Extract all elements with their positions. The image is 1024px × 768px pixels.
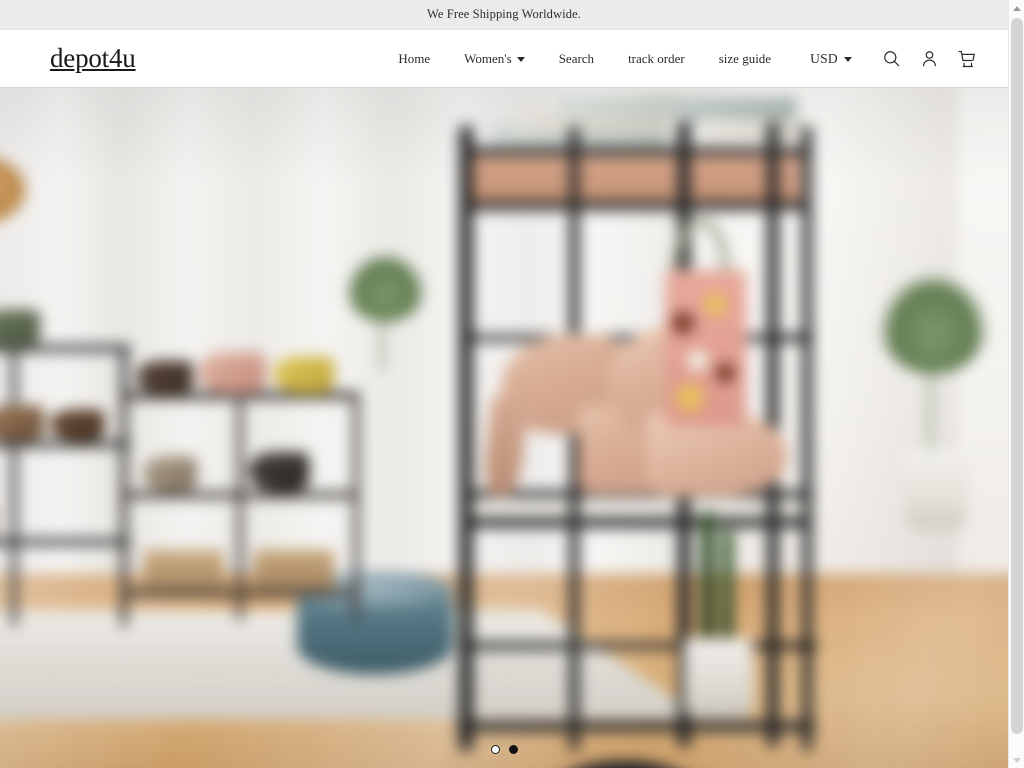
page-root: We Free Shipping Worldwide. depot4u Home… (0, 0, 1024, 768)
cart-icon (958, 50, 975, 67)
chevron-down-icon (1013, 757, 1021, 763)
nav-item-home[interactable]: Home (381, 51, 447, 67)
site-logo[interactable]: depot4u (50, 45, 136, 72)
announcement-bar: We Free Shipping Worldwide. (0, 0, 1008, 30)
header-icon-group (866, 40, 986, 78)
chevron-down-icon (844, 57, 852, 62)
cart-button[interactable] (948, 40, 986, 78)
site-header: depot4u Home Women's Search track order … (0, 30, 1008, 88)
scroll-up-arrow[interactable] (1009, 0, 1024, 16)
carousel-dot-2[interactable] (508, 745, 518, 754)
nav-label-womens: Women's (464, 50, 512, 66)
scene-tote-bag (665, 269, 747, 426)
scrollbar-thumb[interactable] (1011, 18, 1023, 734)
carousel-pagination (0, 745, 1008, 754)
nav-label-home: Home (398, 50, 431, 66)
scene-shelf-left (0, 309, 131, 626)
search-button[interactable] (872, 40, 910, 78)
search-icon (883, 51, 899, 67)
scene-plant (879, 274, 988, 374)
nav-item-size-guide[interactable]: size guide (702, 51, 788, 67)
nav-item-track-order[interactable]: track order (611, 51, 702, 67)
nav-item-search[interactable]: Search (542, 51, 611, 67)
nav-label-size-guide: size guide (718, 50, 772, 66)
currency-label: USD (810, 50, 838, 66)
carousel-dot-1[interactable] (490, 745, 500, 754)
scroll-down-arrow[interactable] (1009, 752, 1024, 768)
account-button[interactable] (910, 40, 948, 78)
hero-image (0, 88, 1008, 768)
main-navigation: Home Women's Search track order size gui… (381, 40, 986, 78)
scene-shelf-right (120, 352, 360, 621)
scene-plant (345, 253, 425, 322)
announcement-text: We Free Shipping Worldwide. (427, 7, 581, 21)
browser-viewport: We Free Shipping Worldwide. depot4u Home… (0, 0, 1008, 768)
currency-selector[interactable]: USD (788, 51, 866, 67)
chevron-down-icon (516, 57, 525, 62)
scene-display-tower (422, 88, 859, 751)
hero-carousel-slide[interactable] (0, 88, 1008, 768)
page-scrollbar[interactable] (1008, 0, 1024, 768)
chevron-up-icon (1013, 5, 1021, 11)
nav-item-womens[interactable]: Women's (447, 51, 542, 67)
nav-label-track-order: track order (628, 50, 685, 66)
hero-image-scene (0, 88, 1008, 768)
nav-label-search: Search (558, 50, 595, 66)
account-icon (922, 51, 936, 67)
scene-plant-pot (903, 448, 968, 530)
